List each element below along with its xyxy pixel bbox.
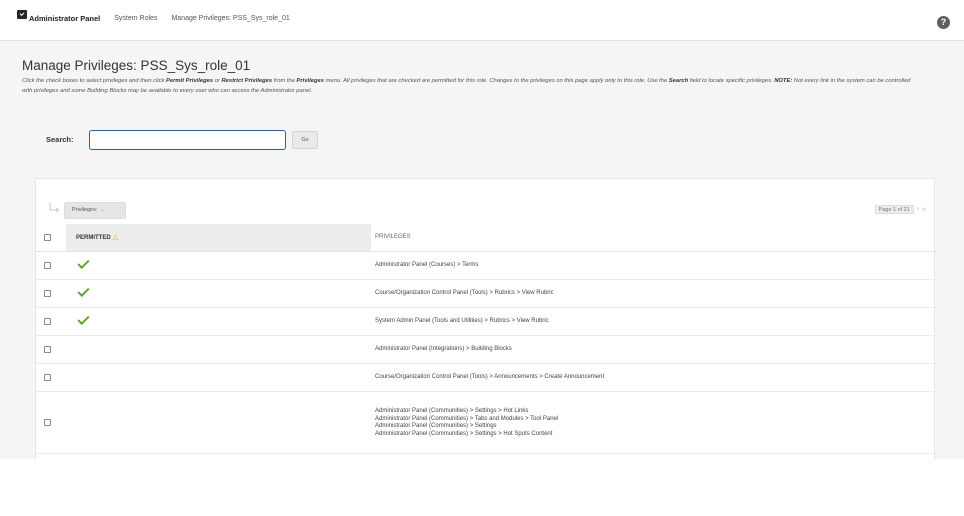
privileges-menu-label: Privileges:: [72, 207, 98, 213]
privilege-text: Administrator Panel (Courses) > Terms: [375, 262, 478, 270]
privilege-path: Administrator Panel (Communities) > Sett…: [375, 430, 553, 437]
table-row: Course/Organization Control Panel (Tools…: [36, 280, 936, 308]
row-checkbox[interactable]: [44, 290, 51, 297]
privilege-path: Administrator Panel (Courses) > Terms: [375, 262, 479, 269]
checkmark-icon: [77, 312, 90, 326]
privilege-text: Administrator Panel (Integrations) > Bui…: [375, 346, 512, 354]
instructions-bold: Restrict Privileges: [221, 78, 273, 84]
permitted-header-label: PERMITTED: [76, 235, 111, 241]
table-row: Course/Organization Control Panel (Tools…: [36, 364, 936, 392]
page-instructions: Click the check boxes to select privileg…: [22, 77, 922, 96]
checkmark-icon: [77, 284, 90, 298]
row-checkbox[interactable]: [44, 346, 51, 353]
breadcrumb-administrator-panel[interactable]: Administrator Panel: [29, 14, 100, 23]
privilege-path: Administrator Panel (Communities) > Sett…: [375, 408, 529, 414]
checkmark-icon: [77, 256, 90, 270]
search-input[interactable]: [89, 130, 286, 150]
permitted-column-header[interactable]: PERMITTED △: [66, 224, 371, 251]
last-page-icon[interactable]: »: [922, 205, 926, 214]
row-checkbox[interactable]: [44, 374, 51, 381]
instructions-text: from the: [272, 78, 297, 84]
privileges-column-header[interactable]: PRIVILEGES: [371, 224, 931, 251]
breadcrumb-manage-privileges: Manage Privileges: PSS_Sys_role_01: [171, 15, 290, 22]
instructions-text: menu. All privileges that are checked ar…: [323, 78, 669, 84]
privileges-panel: Privileges: ⌄ Page 1 of 21 › » PERMITTED △…: [35, 178, 936, 459]
help-icon[interactable]: ?: [937, 16, 950, 29]
go-button[interactable]: Go: [292, 131, 318, 149]
next-page-icon[interactable]: ›: [917, 205, 919, 214]
breadcrumb: Administrator Panel System Roles Manage …: [17, 10, 290, 23]
sort-ascending-icon: △: [112, 234, 119, 241]
top-bar: Administrator Panel System Roles Manage …: [0, 0, 964, 41]
admin-panel-icon: [17, 10, 27, 19]
instructions-text: Click the check boxes to select privileg…: [22, 78, 167, 84]
page-title: Manage Privileges: PSS_Sys_role_01: [22, 58, 251, 73]
privilege-path: Course/Organization Control Panel (Tools…: [375, 290, 554, 297]
privileges-menu-button[interactable]: Privileges: ⌄: [64, 202, 126, 219]
privilege-path: Administrator Panel (Communities) > Sett…: [375, 423, 497, 429]
privilege-path: Administrator Panel (Integrations) > Bui…: [375, 346, 512, 353]
instructions-bold: Privileges: [296, 78, 324, 84]
privilege-text: Course/Organization Control Panel (Tools…: [375, 290, 554, 298]
table-row: Administrator Panel (Integrations) > Bui…: [36, 336, 936, 364]
table-row: Administrator Panel (Communities) > Sett…: [36, 392, 936, 454]
table-row: System Admin Panel (Tools and Utilities)…: [36, 308, 936, 336]
table-row: Administrator Panel (Courses) > Terms: [36, 252, 936, 280]
privilege-text: System Admin Panel (Tools and Utilities)…: [375, 318, 549, 326]
breadcrumb-system-roles[interactable]: System Roles: [114, 15, 157, 22]
row-checkbox[interactable]: [44, 318, 51, 325]
privilege-path: System Admin Panel (Tools and Utilities)…: [375, 318, 549, 325]
select-all-header: [36, 224, 66, 251]
row-checkbox[interactable]: [44, 262, 51, 269]
privilege-text: Administrator Panel (Communities) > Sett…: [375, 408, 558, 438]
search-label: Search:: [46, 135, 74, 144]
page-info: Page 1 of 21: [874, 205, 914, 214]
select-all-checkbox[interactable]: [44, 234, 51, 241]
instructions-bold: NOTE:: [774, 78, 793, 84]
privilege-path: Administrator Panel (Communities) > Tabs…: [375, 415, 559, 422]
pagination: Page 1 of 21 › »: [874, 205, 926, 214]
row-checkbox[interactable]: [44, 419, 51, 426]
select-arrow-icon: [49, 203, 60, 213]
instructions-bold: Search: [668, 78, 689, 84]
instructions-text: field to locate specific privileges.: [688, 78, 775, 84]
main-content: Manage Privileges: PSS_Sys_role_01 Click…: [0, 41, 964, 459]
privilege-path: Course/Organization Control Panel (Tools…: [375, 374, 605, 381]
instructions-bold: Permit Privileges: [166, 78, 214, 84]
chevron-down-icon: ⌄: [100, 207, 105, 213]
privilege-text: Course/Organization Control Panel (Tools…: [375, 374, 604, 382]
